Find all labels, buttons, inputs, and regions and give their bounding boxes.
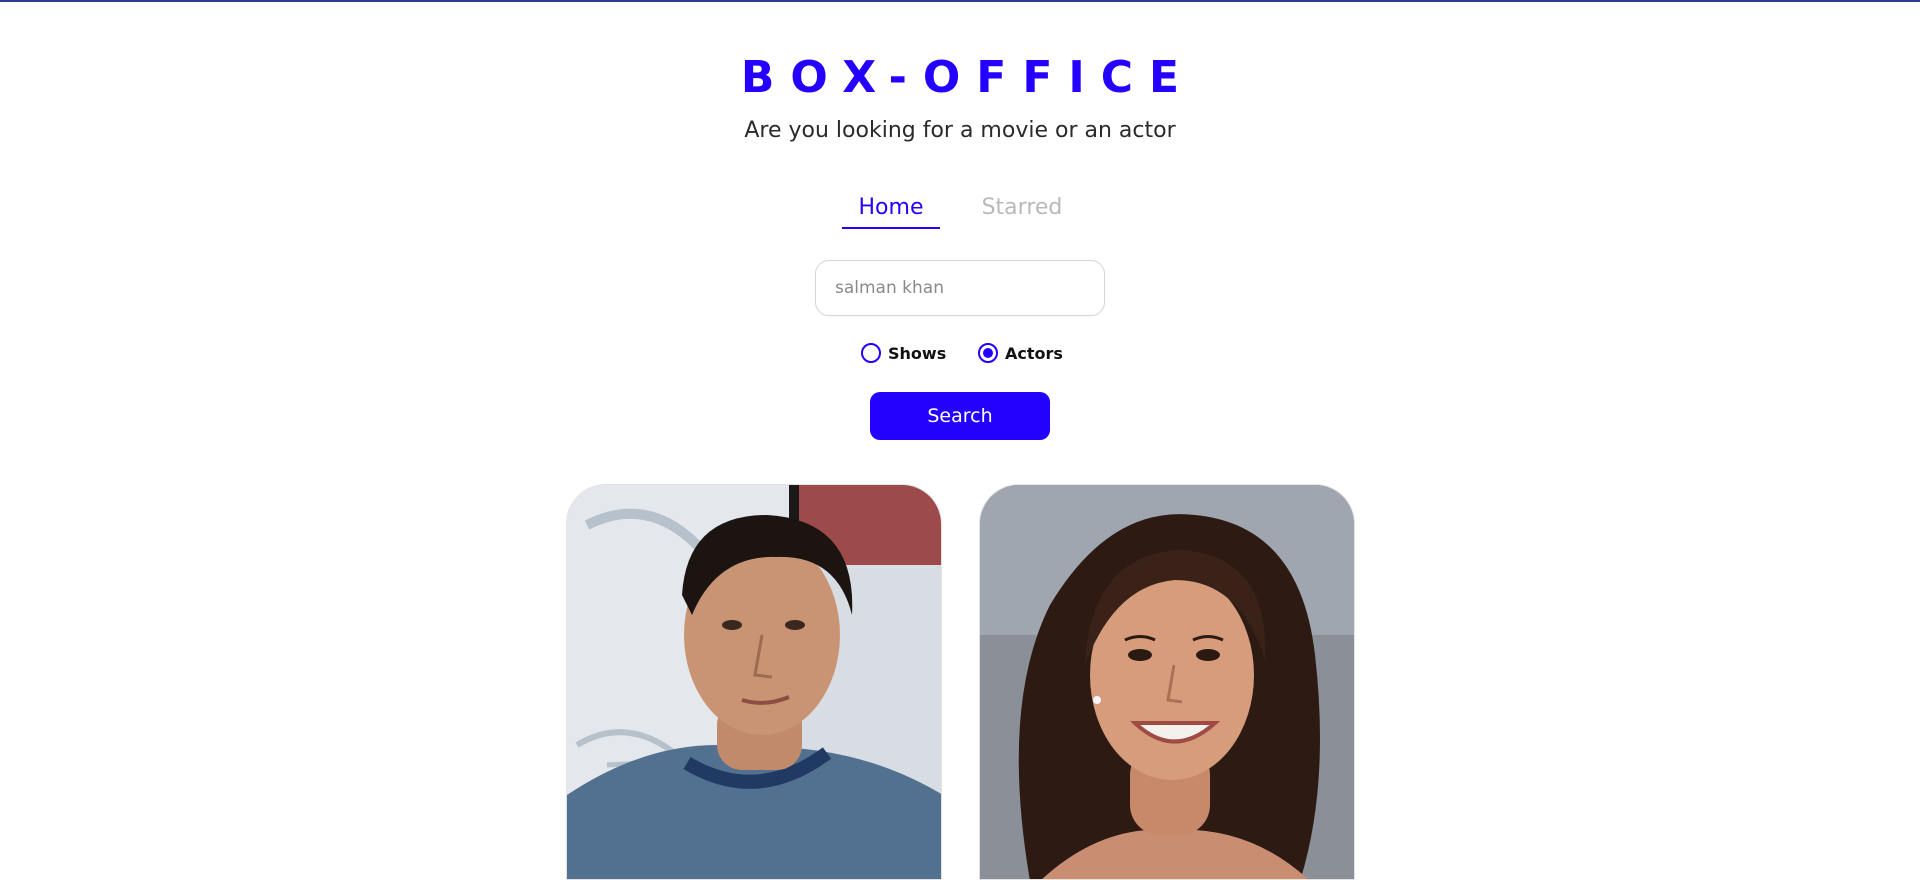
page: BOX-OFFICE Are you looking for a movie o… [0, 0, 1920, 880]
nav-link-starred[interactable]: Starred [962, 195, 1082, 227]
result-card[interactable] [979, 484, 1355, 880]
search-input[interactable] [815, 260, 1105, 316]
radio-circle-actors[interactable] [978, 343, 998, 363]
result-card[interactable] [566, 484, 942, 880]
actor-photo-icon [567, 485, 941, 879]
nav-link-home[interactable]: Home [842, 195, 940, 229]
search-button[interactable]: Search [870, 392, 1050, 440]
page-subtitle: Are you looking for a movie or an actor [744, 118, 1176, 143]
radio-label-shows: Shows [888, 343, 947, 363]
radio-actors[interactable]: Actors [978, 340, 1063, 366]
search-type-radio-group: Shows Actors [861, 340, 1081, 366]
main-nav: Home Starred [842, 195, 1082, 229]
radio-shows[interactable]: Shows [861, 340, 946, 366]
radio-circle-shows[interactable] [861, 343, 881, 363]
radio-selected-dot [983, 348, 993, 358]
actor-photo-icon [980, 485, 1354, 879]
radio-label-actors: Actors [1005, 343, 1063, 363]
top-border [0, 0, 1920, 2]
page-title: BOX-OFFICE [740, 52, 1196, 103]
